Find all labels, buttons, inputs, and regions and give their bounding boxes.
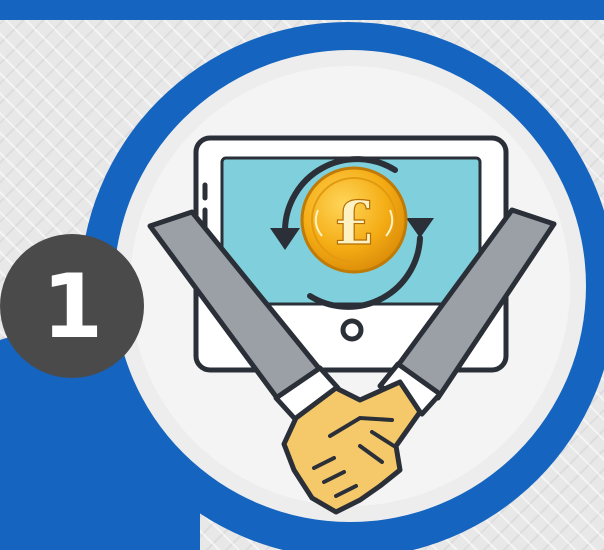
step-number: 1 — [41, 254, 104, 358]
pound-coin-icon: £ — [300, 166, 408, 274]
svg-text:£: £ — [333, 189, 375, 259]
step-card: £ 1 — [0, 0, 604, 550]
